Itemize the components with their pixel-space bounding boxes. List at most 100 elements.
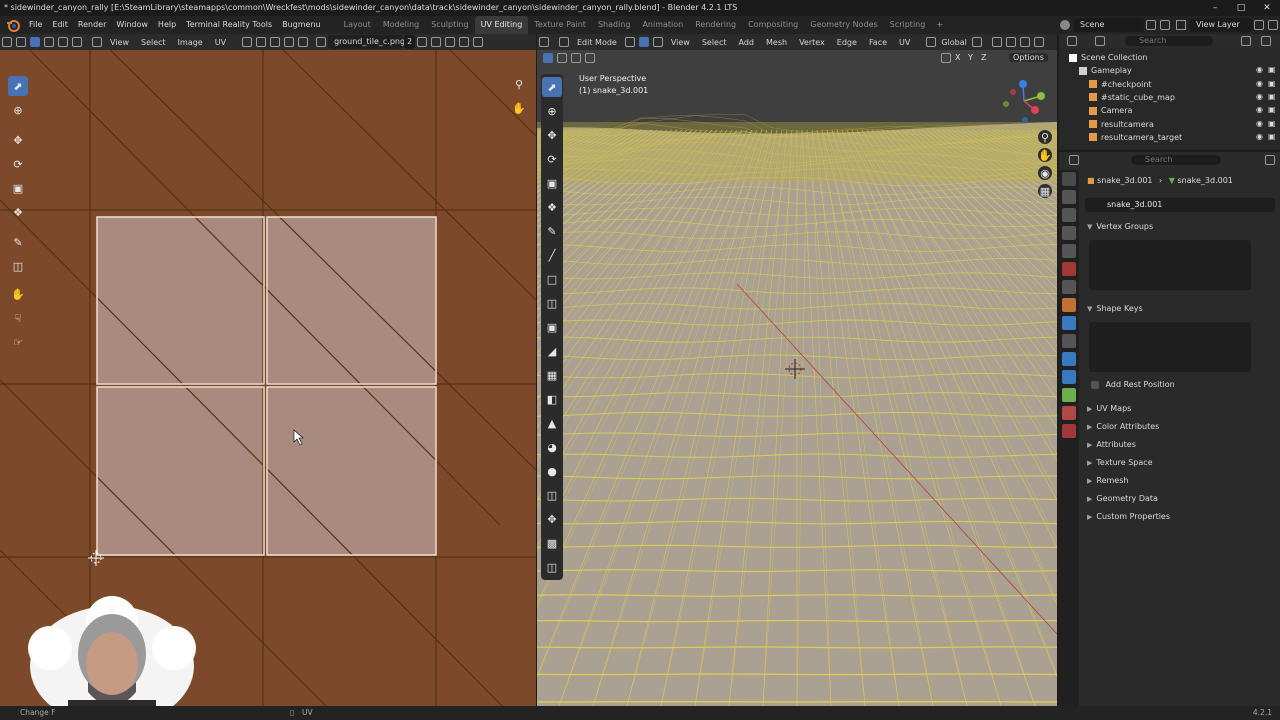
outliner-row[interactable]: Gameplay ◉ ▣ <box>1059 64 1280 77</box>
tab-uv-editing[interactable]: UV Editing <box>474 16 529 34</box>
vertex-groups-panel-header[interactable]: ▼ Vertex Groups <box>1087 220 1153 234</box>
spin-tool-icon[interactable]: ◕ <box>542 437 562 457</box>
edge-select-mode-icon[interactable] <box>638 37 649 47</box>
image-name-field[interactable]: ground_tile_c.png <box>328 35 405 49</box>
transform-tool-icon[interactable]: ❖ <box>542 197 562 217</box>
shrink-fatten-tool-icon[interactable]: ✥ <box>542 509 562 529</box>
select-box-tool-icon[interactable]: ⬈ <box>542 77 562 97</box>
snap-target-icon[interactable] <box>1005 37 1016 47</box>
falloff-icon[interactable] <box>1033 37 1044 47</box>
visibility-eye-icon[interactable]: ◉ <box>1256 132 1264 141</box>
image-users-count[interactable]: 2 <box>404 35 416 49</box>
vp-select-subtract-icon[interactable] <box>571 53 581 63</box>
vp-menu-vertex[interactable]: Vertex <box>793 38 831 47</box>
shear-tool-icon[interactable]: ▩ <box>542 533 562 553</box>
vertex-select-mode-icon[interactable] <box>624 37 635 47</box>
move-tool-icon[interactable]: ✥ <box>8 130 28 150</box>
image-browse-icon[interactable] <box>316 37 327 47</box>
render-camera-icon[interactable]: ▣ <box>1268 119 1276 128</box>
shape-keys-panel-header[interactable]: ▼ Shape Keys <box>1087 302 1143 316</box>
uv-menu-image[interactable]: Image <box>172 38 209 47</box>
outliner-row[interactable]: #checkpoint ◉ ▣ <box>1059 78 1280 91</box>
uv-face[interactable] <box>97 217 264 384</box>
mode-icon[interactable] <box>559 37 569 47</box>
new-viewlayer-icon[interactable] <box>1254 20 1264 30</box>
tool-tab-icon[interactable] <box>1062 172 1076 186</box>
mesh-name-field[interactable]: snake_3d.001 <box>1085 198 1275 212</box>
image-duplicate-icon[interactable] <box>417 37 428 47</box>
new-collection-icon[interactable] <box>1261 36 1271 46</box>
mirror-icon[interactable] <box>941 53 951 63</box>
zoom-icon[interactable]: ⚲ <box>1038 130 1052 144</box>
filter-icon[interactable] <box>1241 36 1251 46</box>
render-camera-icon[interactable]: ▣ <box>1268 132 1276 141</box>
editor-type-icon[interactable] <box>1069 155 1079 165</box>
uv-menu-select[interactable]: Select <box>135 38 172 47</box>
render-camera-icon[interactable]: ▣ <box>1268 106 1276 114</box>
vp-menu-add[interactable]: Add <box>733 38 761 47</box>
move-tool-icon[interactable]: ✥ <box>542 125 562 145</box>
delete-scene-icon[interactable] <box>1160 20 1170 30</box>
edge-select-icon[interactable] <box>44 37 54 47</box>
uv-editor-area[interactable]: View Select Image UV ground_tile_c.png 2 <box>0 34 536 706</box>
tab-texture-paint[interactable]: Texture Paint <box>528 16 592 34</box>
menu-help[interactable]: Help <box>153 16 181 34</box>
smooth-tool-icon[interactable]: ● <box>542 461 562 481</box>
menu-terminal-reality-tools[interactable]: Terminal Reality Tools <box>181 16 277 34</box>
viewport-canvas[interactable] <box>537 34 1057 706</box>
orientation-dropdown[interactable]: Global <box>938 38 970 47</box>
loop-cut-tool-icon[interactable]: ▦ <box>542 365 562 385</box>
tab-rendering[interactable]: Rendering <box>689 16 742 34</box>
tab-modeling[interactable]: Modeling <box>377 16 425 34</box>
viewlayer-field[interactable]: View Layer <box>1190 18 1252 32</box>
uv-menu-view[interactable]: View <box>104 38 135 47</box>
uv-face[interactable] <box>267 387 436 555</box>
vp-select-box-icon[interactable] <box>543 53 553 63</box>
annotate-tool-icon[interactable]: ✎ <box>542 221 562 241</box>
render-tab-icon[interactable] <box>1062 190 1076 204</box>
pin-icon[interactable] <box>1265 155 1275 165</box>
visibility-eye-icon[interactable]: ◉ <box>1256 92 1264 101</box>
gizmo-y-axis[interactable] <box>1037 92 1045 100</box>
visibility-eye-icon[interactable]: ◉ <box>1256 79 1264 88</box>
vp-menu-select[interactable]: Select <box>696 38 733 47</box>
pivot-point-icon[interactable] <box>971 37 982 47</box>
editor-type-icon[interactable] <box>2 37 12 47</box>
new-scene-icon[interactable] <box>1146 20 1156 30</box>
face-select-mode-icon[interactable] <box>652 37 663 47</box>
edge-slide-tool-icon[interactable]: ◫ <box>542 485 562 505</box>
panel-uv-maps[interactable]: ▶ UV Maps <box>1087 402 1131 416</box>
snap-target-icon[interactable] <box>270 37 281 47</box>
add-cube-tool-icon[interactable]: □ <box>542 269 562 289</box>
image-close-icon[interactable] <box>459 37 470 47</box>
uv-face[interactable] <box>267 217 436 384</box>
outliner-row[interactable]: resultcamera_target ◉ ▣ <box>1059 131 1280 144</box>
scale-tool-icon[interactable]: ▣ <box>8 178 28 198</box>
pinch-tool-icon[interactable]: ☞ <box>8 332 28 352</box>
pivot-icon[interactable] <box>242 37 253 47</box>
collection-tab-icon[interactable] <box>1062 280 1076 294</box>
render-camera-icon[interactable]: ▣ <box>1268 79 1276 88</box>
vp-menu-edge[interactable]: Edge <box>831 38 863 47</box>
rip-tool-icon[interactable]: ◫ <box>8 256 28 276</box>
options-dropdown[interactable]: Options <box>1009 53 1048 62</box>
panel-color-attributes[interactable]: ▶ Color Attributes <box>1087 420 1159 434</box>
knife-tool-icon[interactable]: ◧ <box>542 389 562 409</box>
constraints-tab-icon[interactable] <box>1062 370 1076 384</box>
modifier-tab-icon[interactable] <box>1062 316 1076 330</box>
panel-attributes[interactable]: ▶ Attributes <box>1087 438 1136 452</box>
blender-logo-icon[interactable] <box>6 18 20 32</box>
panel-custom-properties[interactable]: ▶ Custom Properties <box>1087 510 1170 524</box>
menu-file[interactable]: File <box>24 16 47 34</box>
vp-menu-face[interactable]: Face <box>863 38 893 47</box>
menu-render[interactable]: Render <box>73 16 111 34</box>
tab-scripting[interactable]: Scripting <box>884 16 932 34</box>
mesh-data-tab-icon[interactable] <box>1062 388 1076 402</box>
delete-viewlayer-icon[interactable] <box>1268 20 1278 30</box>
editor-type-icon[interactable] <box>1067 36 1077 46</box>
outliner-row[interactable]: Camera ◉ ▣ <box>1059 104 1280 117</box>
rotate-tool-icon[interactable]: ⟳ <box>542 149 562 169</box>
pan-hand-icon[interactable]: ✋ <box>509 98 529 118</box>
grab-tool-icon[interactable]: ✋ <box>8 284 28 304</box>
cursor-tool-icon[interactable]: ⊕ <box>8 100 28 120</box>
